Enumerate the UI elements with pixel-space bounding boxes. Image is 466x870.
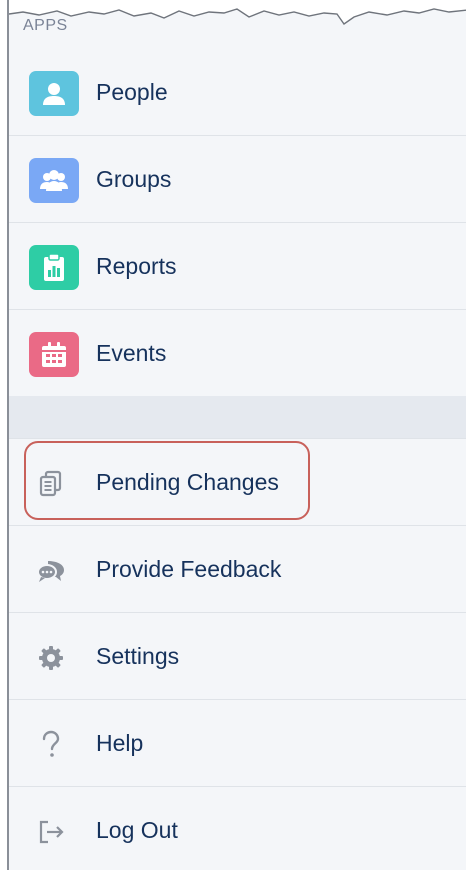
menu-item-pending-changes[interactable]: Pending Changes [9,439,466,526]
menu-item-label: Provide Feedback [96,555,282,582]
help-icon [35,729,67,761]
menu-item-groups[interactable]: Groups [9,136,466,223]
menu-item-settings[interactable]: Settings [9,613,466,700]
gear-icon [35,642,67,674]
menu-item-events[interactable]: Events [9,310,466,397]
calendar-icon [29,332,79,377]
groups-icon [29,158,79,203]
menu-item-label: People [96,78,168,105]
feedback-icon [35,555,67,587]
reports-icon [29,245,79,290]
person-icon [29,71,79,116]
menu-item-label: Settings [96,642,180,669]
menu-item-people[interactable]: People [9,49,466,136]
pending-changes-icon [35,468,67,500]
menu-item-reports[interactable]: Reports [9,223,466,310]
menu-item-provide-feedback[interactable]: Provide Feedback [9,526,466,613]
menu-item-log-out[interactable]: Log Out [9,787,466,870]
menu-item-label: Groups [96,165,172,192]
menu-item-label: Reports [96,252,177,279]
menu-item-label: Pending Changes [96,468,279,495]
logout-icon [35,816,67,848]
torn-paper-edge [9,0,466,25]
navigation-panel: APPS People Groups Reports Events Pendin… [7,0,466,870]
menu-item-help[interactable]: Help [9,700,466,787]
section-divider [9,396,466,439]
menu-item-label: Help [96,729,144,756]
menu-item-label: Log Out [96,816,178,843]
menu-item-label: Events [96,339,167,366]
section-label-apps: APPS [23,17,68,34]
